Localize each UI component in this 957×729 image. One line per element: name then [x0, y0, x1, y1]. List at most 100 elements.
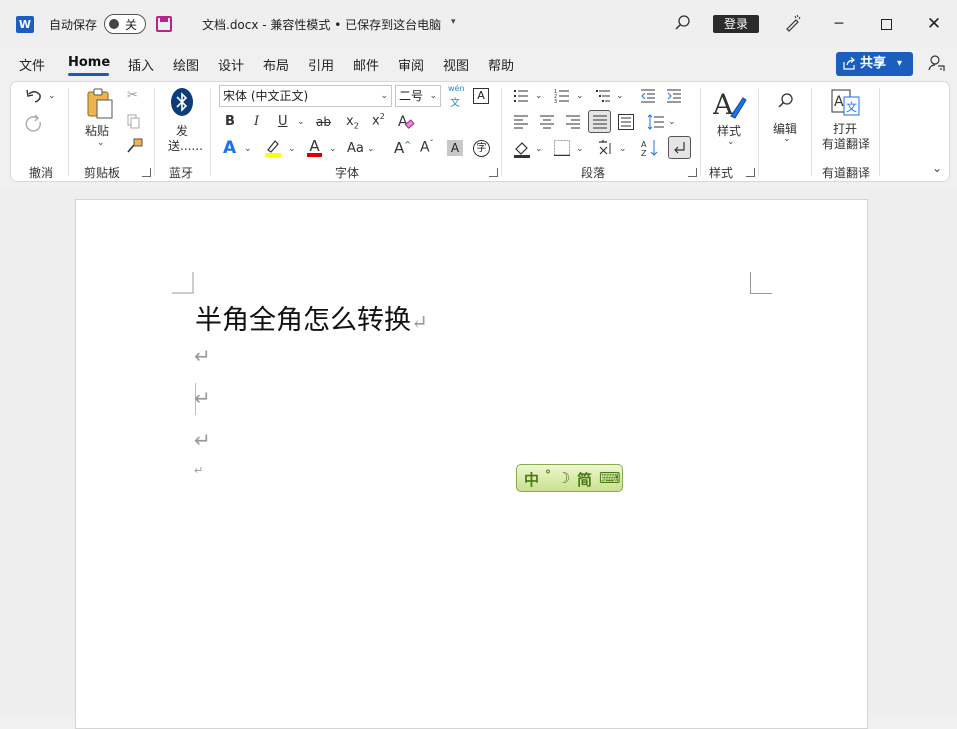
format-painter-icon[interactable]	[126, 138, 143, 153]
bullets-dropdown-icon[interactable]: ⌄	[535, 91, 543, 101]
youdao-translate-icon[interactable]: A文	[831, 89, 861, 117]
paste-label[interactable]: 粘贴	[85, 122, 109, 139]
save-icon[interactable]	[156, 16, 172, 32]
share-chevron-icon[interactable]: ▾	[897, 52, 902, 76]
ime-simplified[interactable]: 简	[577, 469, 592, 490]
align-center-icon[interactable]	[539, 114, 555, 130]
tab-home[interactable]: Home	[68, 55, 110, 70]
font-size-dropdown-icon[interactable]: ⌄	[429, 86, 437, 106]
styles-launcher-icon[interactable]	[746, 168, 755, 177]
document-heading[interactable]: 半角全角怎么转换↵	[195, 298, 428, 337]
tab-references[interactable]: 引用	[308, 55, 334, 74]
tab-mailings[interactable]: 邮件	[353, 55, 379, 74]
shading-dropdown-icon[interactable]: ⌄	[535, 144, 543, 154]
text-effects-icon[interactable]: A	[223, 138, 236, 158]
sort-icon[interactable]: AZ	[641, 139, 659, 157]
tab-draw[interactable]: 绘图	[173, 55, 199, 74]
borders-icon[interactable]	[554, 140, 570, 156]
comments-icon[interactable]	[926, 54, 946, 72]
line-spacing-icon[interactable]	[647, 114, 665, 130]
login-button[interactable]: 登录	[713, 15, 759, 33]
character-shading-icon[interactable]: A	[447, 140, 463, 156]
close-button[interactable]: ✕	[919, 10, 949, 38]
font-launcher-icon[interactable]	[489, 168, 498, 177]
bullets-icon[interactable]	[513, 88, 529, 104]
chinese-layout-dropdown-icon[interactable]: ⌄	[619, 144, 627, 154]
ime-keyboard-icon[interactable]: ⌨	[599, 469, 621, 487]
ime-punctuation-icon[interactable]: °	[545, 468, 551, 482]
show-marks-button[interactable]	[668, 136, 691, 159]
styles-dropdown-icon[interactable]: ⌄	[727, 137, 735, 147]
tab-insert[interactable]: 插入	[128, 55, 154, 74]
superscript-button[interactable]: x2	[372, 112, 385, 128]
distributed-icon[interactable]	[618, 114, 634, 130]
maximize-button[interactable]	[871, 10, 901, 38]
multilevel-dropdown-icon[interactable]: ⌄	[616, 91, 624, 101]
clipboard-launcher-icon[interactable]	[142, 168, 151, 177]
bold-button[interactable]: B	[225, 114, 235, 129]
shrink-font-icon[interactable]: Aˇ	[420, 139, 434, 156]
align-right-icon[interactable]	[565, 114, 581, 130]
clear-formatting-icon[interactable]: A	[397, 113, 415, 131]
tab-layout[interactable]: 布局	[263, 55, 289, 74]
subscript-button[interactable]: x2	[346, 114, 359, 131]
ime-status-bar[interactable]: 中 ° ☽ 简 ⌨	[516, 464, 623, 492]
paragraph-launcher-icon[interactable]	[688, 168, 697, 177]
phonetic-guide-bottom[interactable]: 文	[450, 94, 460, 109]
italic-button[interactable]: I	[254, 114, 259, 129]
tab-design[interactable]: 设计	[218, 55, 244, 74]
share-button[interactable]: 共享 ▾	[836, 52, 913, 76]
numbering-dropdown-icon[interactable]: ⌄	[576, 91, 584, 101]
autosave-toggle[interactable]: 关	[104, 14, 146, 34]
align-left-icon[interactable]	[513, 114, 529, 130]
tab-file[interactable]: 文件	[19, 55, 45, 74]
character-border-icon[interactable]: A	[473, 88, 489, 104]
font-color-dropdown-icon[interactable]: ⌄	[329, 144, 337, 154]
multilevel-list-icon[interactable]	[595, 88, 611, 104]
bluetooth-icon[interactable]	[170, 87, 194, 117]
increase-indent-icon[interactable]	[666, 88, 682, 104]
tab-review[interactable]: 审阅	[398, 55, 424, 74]
borders-dropdown-icon[interactable]: ⌄	[576, 144, 584, 154]
text-effects-dropdown-icon[interactable]: ⌄	[244, 144, 252, 154]
font-name-combo[interactable]: 宋体 (中文正文) ⌄	[219, 85, 392, 107]
translate-label-name[interactable]: 有道翻译	[822, 135, 870, 152]
styles-icon[interactable]: A	[713, 88, 747, 120]
change-case-dropdown-icon[interactable]: ⌄	[367, 144, 375, 154]
collapse-ribbon-icon[interactable]: ⌄	[932, 161, 942, 175]
tab-view[interactable]: 视图	[443, 55, 469, 74]
font-size-combo[interactable]: 二号 ⌄	[395, 85, 441, 107]
find-icon[interactable]	[777, 92, 795, 110]
strikethrough-button[interactable]: ab	[316, 115, 331, 129]
highlight-dropdown-icon[interactable]: ⌄	[288, 144, 296, 154]
font-name-dropdown-icon[interactable]: ⌄	[380, 86, 388, 106]
underline-dropdown-icon[interactable]: ⌄	[297, 117, 305, 127]
decrease-indent-icon[interactable]	[640, 88, 656, 104]
editing-dropdown-icon[interactable]: ⌄	[783, 134, 791, 144]
document-title[interactable]: 文档.docx - 兼容性模式 • 已保存到这台电脑	[202, 16, 441, 33]
grow-font-icon[interactable]: A^	[394, 139, 411, 157]
line-spacing-dropdown-icon[interactable]: ⌄	[668, 117, 676, 127]
search-icon[interactable]	[674, 14, 692, 32]
justify-button[interactable]	[588, 110, 611, 133]
font-color-icon[interactable]: A	[307, 137, 322, 157]
change-case-button[interactable]: Aa	[347, 141, 364, 156]
enclose-characters-icon[interactable]: 字	[473, 140, 490, 157]
chinese-layout-icon[interactable]	[597, 139, 617, 157]
ime-mode-chinese[interactable]: 中	[524, 469, 539, 490]
paste-icon[interactable]	[86, 88, 114, 120]
shading-icon[interactable]	[513, 140, 531, 158]
phonetic-guide-top[interactable]: wén	[448, 84, 465, 93]
undo-dropdown-icon[interactable]: ⌄	[48, 91, 56, 101]
minimize-button[interactable]: ─	[824, 10, 854, 38]
paste-dropdown-icon[interactable]: ⌄	[97, 138, 105, 148]
underline-button[interactable]: U	[278, 114, 288, 129]
magic-wand-icon[interactable]	[784, 14, 802, 32]
title-dropdown-icon[interactable]: ▾	[451, 17, 456, 27]
ime-halfwidth-moon-icon[interactable]: ☽	[557, 469, 570, 487]
highlight-icon[interactable]	[264, 139, 282, 157]
send-label-2[interactable]: 送......	[168, 137, 203, 154]
undo-icon[interactable]	[25, 88, 43, 104]
tab-help[interactable]: 帮助	[488, 55, 514, 74]
numbering-icon[interactable]: 123	[554, 88, 570, 104]
